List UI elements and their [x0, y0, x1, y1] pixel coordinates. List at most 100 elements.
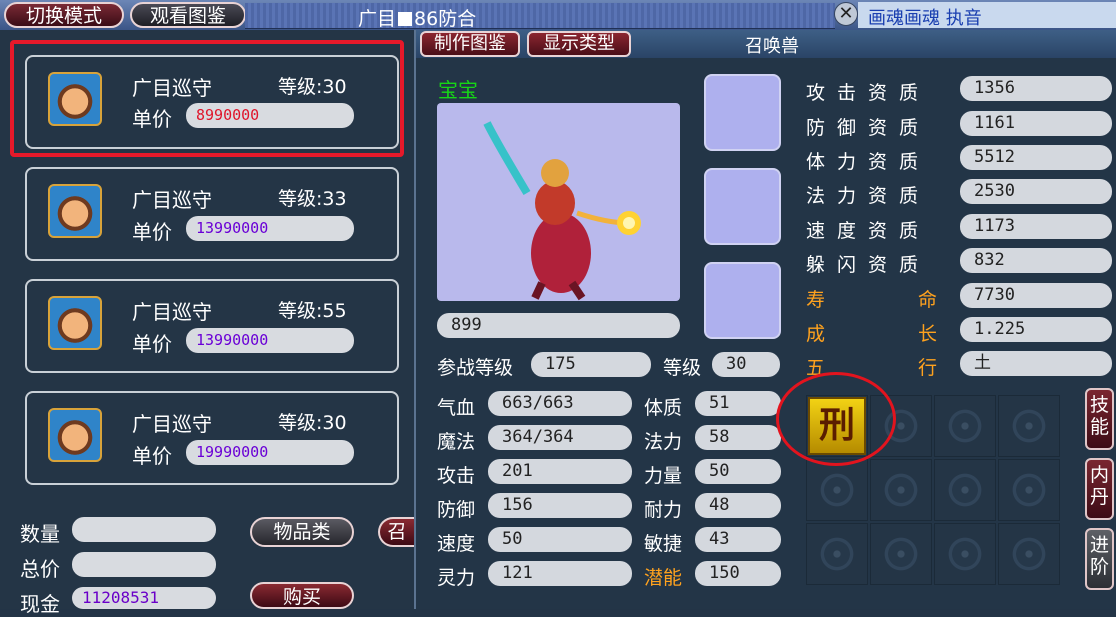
listing-name: 广目巡守: [132, 412, 212, 436]
level-value: 30: [712, 352, 780, 377]
equip-slot-collar[interactable]: [704, 168, 781, 245]
lifespan-label: 寿: [806, 289, 826, 311]
battle-level-label: 参战等级: [437, 357, 514, 379]
listing-name: 广目巡守: [132, 76, 212, 100]
background-window-text: 画魂画魂 执音: [868, 8, 982, 29]
point-value: 50: [695, 459, 781, 484]
point-value: 43: [695, 527, 781, 552]
listing-price: 19990000: [186, 440, 354, 465]
title-square-icon: [398, 12, 413, 26]
pet-preview: [437, 103, 680, 301]
stat-value: 50: [488, 527, 632, 552]
pet-model-image: [483, 121, 641, 301]
tab-skills[interactable]: 技能: [1085, 388, 1114, 450]
quantity-label: 数量: [20, 522, 60, 546]
listing-level: 等级:30: [278, 412, 347, 434]
aptitude-label: 攻击资质: [806, 82, 931, 104]
skill-slot[interactable]: [934, 523, 996, 585]
listing-level: 等级:30: [278, 76, 347, 98]
listing-price: 13990000: [186, 328, 354, 353]
cash-value: 11208531: [72, 587, 216, 609]
pet-avatar: [48, 408, 102, 462]
listing-name: 广目巡守: [132, 188, 212, 212]
pet-avatar: [48, 184, 102, 238]
potential-value: 150: [695, 561, 781, 586]
pet-number-field: 899: [437, 313, 680, 338]
growth-label-2: 长: [918, 323, 938, 345]
stat-label: 气血: [437, 397, 476, 419]
point-value: 58: [695, 425, 781, 450]
equip-slot-armor[interactable]: [704, 74, 781, 151]
skill-slot[interactable]: [998, 523, 1060, 585]
window-title: 广目 86防合: [358, 8, 477, 30]
stat-value: 201: [488, 459, 632, 484]
point-label: 耐力: [644, 499, 683, 521]
aptitude-label: 速度资质: [806, 220, 931, 242]
skill-slot[interactable]: [998, 459, 1060, 521]
point-value: 51: [695, 391, 781, 416]
aptitude-value: 1161: [960, 111, 1112, 136]
cash-label: 现金: [20, 592, 60, 616]
point-label: 力量: [644, 465, 683, 487]
panel-title: 召唤兽: [745, 36, 799, 57]
aptitude-label: 法力资质: [806, 185, 931, 207]
point-label: 法力: [644, 431, 683, 453]
quantity-input[interactable]: [72, 517, 216, 542]
listing-name: 广目巡守: [132, 300, 212, 324]
skill-slot[interactable]: [870, 459, 932, 521]
tab-advance[interactable]: 进阶: [1085, 528, 1114, 590]
price-label: 单价: [132, 220, 172, 244]
close-button[interactable]: ✕: [834, 2, 858, 26]
lifespan-value: 7730: [960, 283, 1112, 308]
summon-category-button[interactable]: 召: [378, 517, 414, 547]
pet-avatar: [48, 296, 102, 350]
point-label: 体质: [644, 397, 683, 419]
equip-slot-helmet[interactable]: [704, 262, 781, 339]
skill-slot[interactable]: [998, 395, 1060, 457]
growth-label: 成: [806, 323, 826, 345]
baby-label: 宝宝: [438, 78, 478, 102]
total-price-label: 总价: [20, 557, 60, 581]
pet-avatar: [48, 72, 102, 126]
view-catalog-button[interactable]: 观看图鉴: [130, 2, 246, 28]
skill-slot[interactable]: [806, 523, 868, 585]
listing-price: 13990000: [186, 216, 354, 241]
tab-inner-core[interactable]: 内丹: [1085, 458, 1114, 520]
switch-mode-button[interactable]: 切换模式: [4, 2, 124, 28]
aptitude-value: 1356: [960, 76, 1112, 101]
aptitude-value: 832: [960, 248, 1112, 273]
skill-slot[interactable]: [934, 395, 996, 457]
total-price-field: [72, 552, 216, 577]
items-category-button[interactable]: 物品类: [250, 517, 354, 547]
stat-label: 攻击: [437, 465, 476, 487]
listing-price: 8990000: [186, 103, 354, 128]
skill-highlight-circle: [776, 372, 896, 466]
aptitude-label: 躲闪资质: [806, 254, 931, 276]
stat-value: 364/364: [488, 425, 632, 450]
lifespan-label-2: 命: [918, 289, 938, 311]
aptitude-label: 体力资质: [806, 151, 931, 173]
aptitude-value: 2530: [960, 179, 1112, 204]
level-label: 等级: [663, 357, 702, 379]
aptitude-value: 5512: [960, 145, 1112, 170]
skill-slot[interactable]: [934, 459, 996, 521]
make-catalog-button[interactable]: 制作图鉴: [420, 31, 520, 57]
element-value: 土: [960, 351, 1112, 376]
listing-level: 等级:33: [278, 188, 347, 210]
aptitude-label: 防御资质: [806, 117, 931, 139]
listing-level: 等级:55: [278, 300, 347, 322]
title-bar: [245, 3, 835, 29]
show-type-button[interactable]: 显示类型: [527, 31, 631, 57]
price-label: 单价: [132, 444, 172, 468]
potential-label: 潜能: [644, 567, 683, 589]
skill-slot[interactable]: [870, 523, 932, 585]
buy-button[interactable]: 购买: [250, 582, 354, 609]
skill-slot[interactable]: [806, 459, 868, 521]
stat-value: 663/663: [488, 391, 632, 416]
stat-value: 121: [488, 561, 632, 586]
element-label-2: 行: [918, 357, 938, 379]
stat-label: 魔法: [437, 431, 476, 453]
point-value: 48: [695, 493, 781, 518]
stat-value: 156: [488, 493, 632, 518]
aptitude-value: 1173: [960, 214, 1112, 239]
